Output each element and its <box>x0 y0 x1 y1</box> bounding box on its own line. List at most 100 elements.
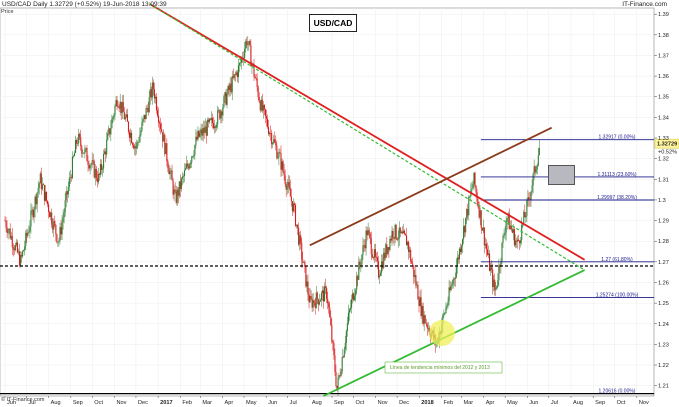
candle-body <box>345 330 347 343</box>
candle-body <box>536 165 538 169</box>
candle-body <box>75 139 77 153</box>
candle-body <box>454 277 456 279</box>
candle-body <box>39 173 41 184</box>
candle-body <box>158 115 160 123</box>
plot-frame <box>0 7 655 397</box>
candle-body <box>404 233 407 236</box>
timeframe-label: Daily <box>33 1 48 8</box>
candle-body <box>451 284 453 286</box>
y-tick-label: 1.26 <box>658 280 669 286</box>
candle-body <box>84 148 86 154</box>
candle-body <box>364 245 366 249</box>
candle-body <box>64 200 66 213</box>
candle-body <box>86 148 88 162</box>
candle-body <box>318 301 320 305</box>
candle-body <box>496 285 498 289</box>
candle-body <box>420 297 422 317</box>
candle-body <box>40 173 42 190</box>
y-tick-label: 1.38 <box>658 33 669 39</box>
candle-body <box>11 235 13 248</box>
candle-body <box>263 105 265 110</box>
candle-body <box>298 227 300 245</box>
candle-body <box>535 168 537 173</box>
candle-body <box>5 220 7 228</box>
candle-body <box>141 122 143 131</box>
y-tick-label: 1.32 <box>658 157 669 163</box>
candle-body <box>161 129 163 132</box>
candle-body <box>328 303 330 308</box>
candle-body <box>444 312 446 314</box>
candle-body <box>152 82 154 90</box>
candle-body <box>186 163 188 169</box>
candle-body <box>239 62 242 64</box>
candle-body <box>249 41 251 46</box>
candle-body <box>340 371 342 376</box>
candle-body <box>225 92 227 105</box>
candle-body <box>176 189 178 203</box>
last-change-text: +0.52% <box>658 150 677 156</box>
candle-body <box>67 186 69 195</box>
y-tick-label: 1.3 <box>658 198 666 204</box>
candle-body <box>533 166 535 174</box>
candle-body <box>417 284 419 300</box>
candle-body <box>107 133 109 140</box>
candle-body <box>215 126 217 128</box>
candle-body <box>147 108 149 113</box>
candle-body <box>132 143 134 145</box>
candle-body <box>201 129 203 136</box>
candle-body <box>498 265 500 281</box>
candle-body <box>459 248 462 252</box>
candle-body <box>481 227 483 231</box>
candle-body <box>229 83 231 91</box>
candle-body <box>123 112 125 120</box>
candle-body <box>383 252 385 269</box>
candle-body <box>108 128 110 134</box>
candle-body <box>478 206 480 218</box>
candle-body <box>65 191 67 201</box>
candle-body <box>55 224 57 235</box>
x-tick-label: Apr <box>486 400 495 406</box>
candle-body <box>401 231 403 234</box>
candle-body <box>380 272 382 276</box>
candle-body <box>248 41 250 44</box>
candle-body <box>494 279 496 291</box>
candle-body <box>532 173 534 186</box>
candle-body <box>138 141 140 143</box>
candle-body <box>416 284 418 286</box>
x-tick-label: Nov <box>639 400 649 406</box>
candle-body <box>297 224 299 228</box>
candle-body <box>453 278 455 280</box>
candle-body <box>142 119 144 123</box>
candle-body <box>457 257 459 260</box>
candle-body <box>155 96 158 111</box>
candle-body <box>15 242 17 245</box>
candle-body <box>25 232 27 247</box>
y-tick-label: 1.21 <box>658 384 669 390</box>
candle-body <box>292 203 294 212</box>
candle-body <box>183 170 186 177</box>
candle-body <box>283 171 285 176</box>
candle-body <box>306 281 308 287</box>
candle-body <box>329 307 331 317</box>
candle-body <box>148 97 150 113</box>
candle-body <box>171 170 173 181</box>
x-tick-label: Feb <box>443 400 453 406</box>
x-tick-label: Mar <box>202 400 212 406</box>
candle-body <box>343 349 345 358</box>
candle-body <box>129 132 132 138</box>
candle-body <box>487 253 490 255</box>
candle-body <box>17 251 20 253</box>
candle-body <box>398 227 400 239</box>
candle-body <box>210 117 213 120</box>
candle-body <box>462 239 464 246</box>
candle-body <box>60 227 62 235</box>
candle-body <box>179 181 181 189</box>
candle-body <box>56 234 58 243</box>
candle-body <box>399 227 401 234</box>
y-tick-label: 1.29 <box>658 219 669 225</box>
candle-body <box>162 131 164 142</box>
candle-body <box>530 191 532 200</box>
candle-body <box>204 126 206 133</box>
candle-body <box>274 139 276 143</box>
candle-body <box>99 164 102 175</box>
